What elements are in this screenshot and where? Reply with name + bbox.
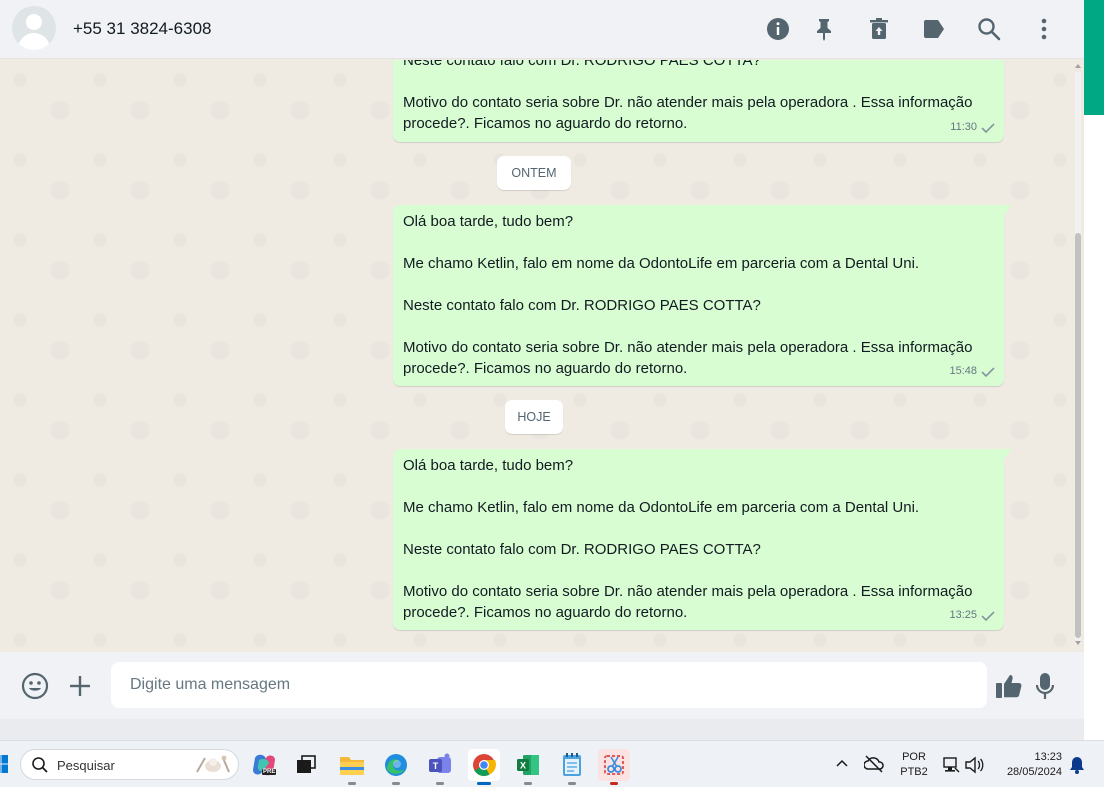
scroll-up-arrow-icon[interactable] [1075,64,1081,68]
running-indicator [568,782,576,785]
pin-icon[interactable] [811,16,837,42]
windows-start-icon[interactable] [0,755,8,773]
message-line: Me chamo Ketlin, falo em nome da OdontoL… [403,499,920,516]
excel-app-icon[interactable]: X [512,749,544,785]
date-label: HOJE [517,410,551,424]
teams-app-icon[interactable]: T [424,749,456,785]
message-list[interactable]: Neste contato falo com Dr. RODRIGO PAES … [0,60,1084,652]
message-bubble[interactable]: Olá boa tarde, tudo bem? Me chamo Ketlin… [393,205,1012,386]
scrollbar-thumb[interactable] [1075,233,1081,638]
date-separator: ONTEM [497,156,571,190]
clock-date: 28/05/2024 [1006,766,1062,778]
message-line: Neste contato falo com Dr. RODRIGO PAES … [403,60,761,69]
contact-avatar[interactable] [12,6,56,50]
search-label: Pesquisar [57,758,115,773]
system-clock[interactable]: 13:23 28/05/2024 [996,750,1062,780]
message-time: 13:25 [949,609,977,621]
sent-check-icon [981,610,995,621]
file-explorer-icon[interactable] [336,749,368,785]
avatar-head-shape [26,14,42,30]
message-bubble[interactable]: Olá boa tarde, tudo bem? Me chamo Ketlin… [393,449,1012,630]
windows-taskbar: Pesquisar PRE T X POR PTB2 13:23 28/05/2… [0,740,1104,787]
message-line: Me chamo Ketlin, falo em nome da OdontoL… [403,255,920,272]
tray-overflow-chevron-icon[interactable] [836,758,848,768]
whatsapp-window: +55 31 3824-6308 Neste contato falo com … [0,0,1084,719]
microphone-icon[interactable] [1031,672,1059,700]
label-icon[interactable] [921,16,947,42]
clock-time: 13:23 [1034,751,1062,763]
background-window-edge [1084,0,1104,740]
message-line: Motivo do contato seria sobre Dr. não at… [403,583,973,600]
edge-browser-icon[interactable] [380,749,412,785]
message-line: Neste contato falo com Dr. RODRIGO PAES … [403,541,761,558]
notification-bell-icon[interactable] [1069,756,1085,774]
search-highlight-art-icon [196,755,230,773]
keyboard-layout: PTB2 [900,766,928,778]
message-composer [0,652,1084,719]
thumbs-up-icon[interactable] [995,672,1023,700]
sent-check-icon [981,366,995,377]
message-time: 11:30 [950,121,977,133]
message-line: Olá boa tarde, tudo bem? [403,213,574,230]
active-indicator [477,782,491,785]
sent-check-icon [981,122,995,133]
message-meta: 11:30 [950,117,995,138]
message-meta: 13:25 [949,605,995,626]
running-indicator [436,782,444,785]
chat-scrollbar[interactable] [1073,60,1082,652]
copilot-badge: PRE [262,769,277,775]
copilot-app-icon[interactable]: PRE [248,749,280,781]
avatar-body-shape [18,33,50,50]
info-icon[interactable] [765,16,791,42]
menu-icon[interactable] [1031,16,1057,42]
language-indicator[interactable]: POR PTB2 [898,750,930,780]
message-line: procede?. Ficamos no aguardo do retorno. [403,115,688,132]
search-icon [32,757,48,773]
chat-header: +55 31 3824-6308 [0,0,1084,59]
message-line: procede?. Ficamos no aguardo do retorno. [403,604,688,621]
emoji-icon[interactable] [21,672,49,700]
network-ethernet-icon[interactable] [942,756,960,774]
task-view-icon[interactable] [290,749,322,781]
svg-text:T: T [433,761,439,771]
scroll-down-arrow-icon[interactable] [1075,641,1081,645]
language-code: POR [902,751,926,763]
running-indicator [348,782,356,785]
notepad-app-icon[interactable] [556,749,588,785]
taskbar-search[interactable]: Pesquisar [20,749,239,780]
snipping-tool-icon[interactable] [598,749,630,785]
svg-text:X: X [520,761,526,771]
background-accent-bar [1084,0,1104,115]
attach-plus-icon[interactable] [66,672,94,700]
date-separator: HOJE [505,400,563,434]
onedrive-offline-icon[interactable] [864,755,884,773]
message-line: procede?. Ficamos no aguardo do retorno. [403,360,688,377]
message-input[interactable] [111,662,987,708]
chrome-browser-icon[interactable] [468,749,500,785]
message-line: Neste contato falo com Dr. RODRIGO PAES … [403,297,761,314]
running-indicator [392,782,400,785]
delete-icon[interactable] [866,16,892,42]
date-label: ONTEM [511,166,557,180]
window-bottom-gap [0,719,1084,740]
message-line: Olá boa tarde, tudo bem? [403,457,574,474]
message-meta: 15:48 [949,361,995,382]
message-bubble[interactable]: Neste contato falo com Dr. RODRIGO PAES … [393,60,1004,142]
message-time: 15:48 [949,365,977,377]
running-indicator [524,782,532,785]
message-line: Motivo do contato seria sobre Dr. não at… [403,339,973,356]
running-indicator [610,782,618,785]
message-line: Motivo do contato seria sobre Dr. não at… [403,94,973,111]
search-icon[interactable] [976,16,1002,42]
contact-name[interactable]: +55 31 3824-6308 [73,19,212,39]
volume-icon[interactable] [964,756,984,774]
